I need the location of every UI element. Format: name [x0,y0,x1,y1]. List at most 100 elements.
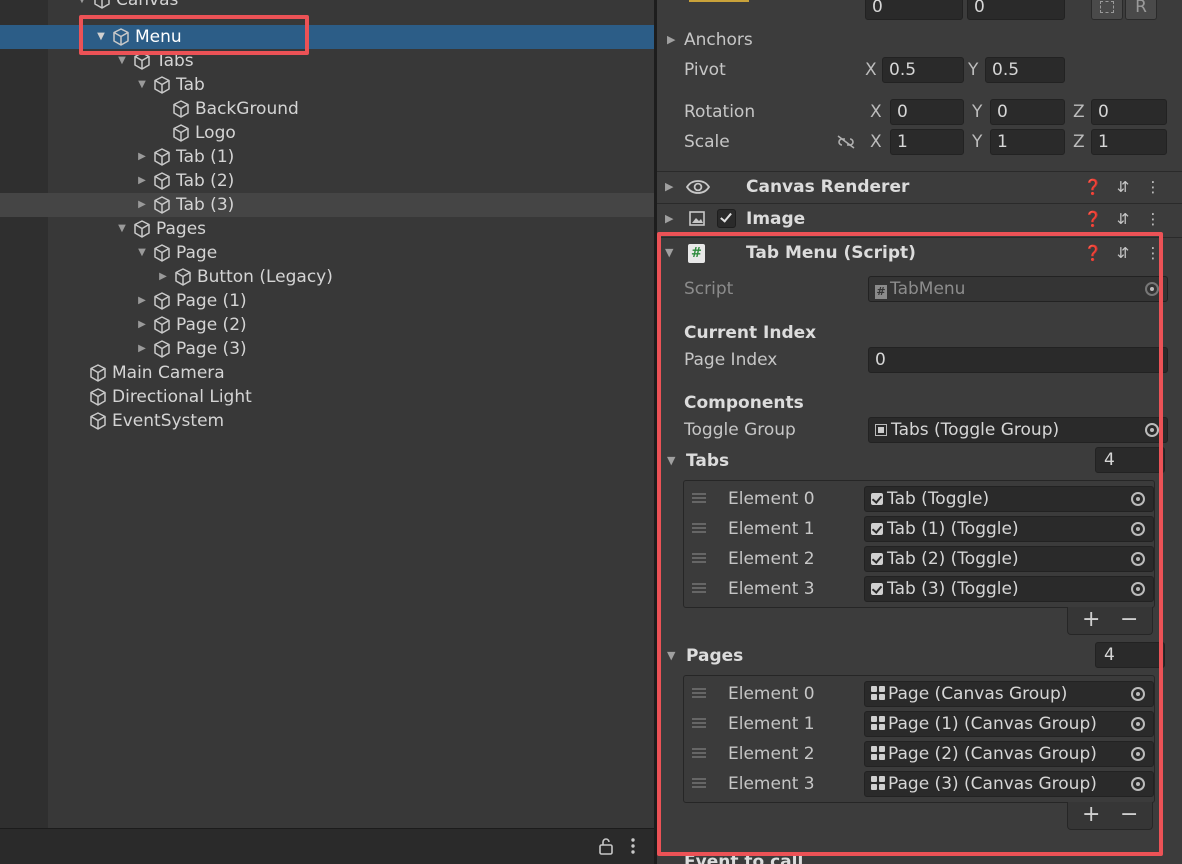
kebab-menu-icon[interactable] [629,837,637,855]
constrain-proportions-icon[interactable] [836,134,856,150]
hierarchy-item[interactable]: ▶ Page (1) [0,289,654,313]
object-picker-icon[interactable] [1131,552,1145,566]
pages-count-field[interactable]: 4 [1095,642,1165,668]
expanded-arrow-icon[interactable]: ▼ [134,241,150,265]
anchor-preset-icon[interactable] [689,0,749,2]
page-element-row[interactable]: Element 2 Page (2) (Canvas Group) [684,739,1154,769]
object-picker-icon[interactable] [1131,717,1145,731]
collapsed-arrow-icon[interactable]: ▶ [134,193,150,217]
hierarchy-item[interactable]: ▼ Pages [0,217,654,241]
hierarchy-item[interactable]: ▼ Menu [0,25,654,49]
raw-edit-button[interactable]: R [1125,0,1157,20]
expanded-arrow-icon[interactable]: ▼ [93,25,109,49]
tab-element-row[interactable]: Element 1 Tab (1) (Toggle) [684,514,1154,544]
hierarchy-item[interactable]: EventSystem [0,409,654,433]
tabs-list-label[interactable]: Tabs [686,449,729,473]
drag-handle-icon[interactable] [692,553,706,563]
hierarchy-item[interactable]: ▼ Canvas [0,0,654,12]
hierarchy-item[interactable]: ▼ Tab [0,73,654,97]
image-enabled-checkbox[interactable] [717,209,736,228]
page-object-field[interactable]: Page (1) (Canvas Group) [864,711,1154,737]
page-object-field[interactable]: Page (2) (Canvas Group) [864,741,1154,767]
top-field-a[interactable]: 0 [865,0,963,20]
object-picker-icon[interactable] [1131,747,1145,761]
page-index-field[interactable]: 0 [868,347,1168,373]
canvas-renderer-header[interactable]: ▶ Canvas Renderer ❓ ⇵ ⋮ [657,171,1182,201]
page-object-field[interactable]: Page (3) (Canvas Group) [864,771,1154,797]
presets-icon[interactable]: ⇵ [1113,204,1133,234]
rotation-z-field[interactable]: 0 [1091,99,1167,125]
tab-object-field[interactable]: Tab (3) (Toggle) [864,576,1154,602]
hierarchy-item[interactable]: ▼ Tabs [0,49,654,73]
kebab-menu-icon[interactable]: ⋮ [1143,238,1163,268]
page-element-row[interactable]: Element 3 Page (3) (Canvas Group) [684,769,1154,799]
presets-icon[interactable]: ⇵ [1113,172,1133,202]
hierarchy-item[interactable]: ▶ Page (3) [0,337,654,361]
page-element-row[interactable]: Element 1 Page (1) (Canvas Group) [684,709,1154,739]
toggle-group-field[interactable]: Tabs (Toggle Group) [868,417,1168,443]
object-picker-icon[interactable] [1131,777,1145,791]
canvas-renderer-foldout-arrow[interactable]: ▶ [665,172,673,202]
collapsed-arrow-icon[interactable]: ▶ [134,289,150,313]
top-field-b[interactable]: 0 [967,0,1065,20]
drag-handle-icon[interactable] [692,583,706,593]
collapsed-arrow-icon[interactable]: ▶ [134,145,150,169]
object-picker-icon[interactable] [1131,582,1145,596]
help-icon[interactable]: ❓ [1083,204,1103,234]
anchors-foldout-arrow[interactable]: ▶ [667,28,675,52]
hierarchy-item[interactable]: BackGround [0,97,654,121]
kebab-menu-icon[interactable]: ⋮ [1143,172,1163,202]
drag-handle-icon[interactable] [692,718,706,728]
presets-icon[interactable]: ⇵ [1113,238,1133,268]
tab-element-row[interactable]: Element 2 Tab (2) (Toggle) [684,544,1154,574]
pivot-y-field[interactable]: 0.5 [985,57,1065,83]
tabs-count-field[interactable]: 4 [1095,447,1165,473]
drag-handle-icon[interactable] [692,523,706,533]
object-picker-icon[interactable] [1145,423,1159,437]
object-picker-icon[interactable] [1131,492,1145,506]
pivot-x-field[interactable]: 0.5 [882,57,964,83]
blueprint-mode-button[interactable] [1091,0,1123,20]
image-foldout-arrow[interactable]: ▶ [665,204,673,234]
tab-object-field[interactable]: Tab (2) (Toggle) [864,546,1154,572]
scale-y-field[interactable]: 1 [990,129,1065,155]
hierarchy-item[interactable]: ▶ Page (2) [0,313,654,337]
scale-z-field[interactable]: 1 [1091,129,1167,155]
pages-add-button[interactable]: + [1082,802,1100,828]
tabs-remove-button[interactable]: − [1120,607,1138,633]
rotation-y-field[interactable]: 0 [990,99,1065,125]
scale-x-field[interactable]: 1 [890,129,964,155]
hierarchy-item[interactable]: ▶ Button (Legacy) [0,265,654,289]
expanded-arrow-icon[interactable]: ▼ [74,0,90,12]
kebab-menu-icon[interactable]: ⋮ [1143,204,1163,234]
hierarchy-item[interactable]: ▶ Tab (1) [0,145,654,169]
hierarchy-item[interactable]: ▶ Tab (2) [0,169,654,193]
hierarchy-item[interactable]: Directional Light [0,385,654,409]
image-header[interactable]: ▶ Image ❓ ⇵ ⋮ [657,203,1182,233]
rotation-x-field[interactable]: 0 [890,99,964,125]
drag-handle-icon[interactable] [692,778,706,788]
tabs-foldout-arrow[interactable]: ▼ [667,449,675,473]
help-icon[interactable]: ❓ [1083,172,1103,202]
hierarchy-item[interactable]: Logo [0,121,654,145]
hierarchy-item[interactable]: ▶ Tab (3) [0,193,654,217]
collapsed-arrow-icon[interactable]: ▶ [155,265,171,289]
collapsed-arrow-icon[interactable]: ▶ [134,169,150,193]
pages-foldout-arrow[interactable]: ▼ [667,644,675,668]
object-picker-icon[interactable] [1131,687,1145,701]
lock-icon[interactable] [598,837,614,855]
help-icon[interactable]: ❓ [1083,238,1103,268]
collapsed-arrow-icon[interactable]: ▶ [134,337,150,361]
expanded-arrow-icon[interactable]: ▼ [114,217,130,241]
anchors-label[interactable]: Anchors [684,28,753,52]
drag-handle-icon[interactable] [692,493,706,503]
page-object-field[interactable]: Page (Canvas Group) [864,681,1154,707]
page-element-row[interactable]: Element 0 Page (Canvas Group) [684,679,1154,709]
pages-list-label[interactable]: Pages [686,644,743,668]
drag-handle-icon[interactable] [692,688,706,698]
tab-menu-foldout-arrow[interactable]: ▼ [665,238,673,268]
drag-handle-icon[interactable] [692,748,706,758]
tab-element-row[interactable]: Element 0 Tab (Toggle) [684,484,1154,514]
tab-menu-header[interactable]: ▼ # Tab Menu (Script) ❓ ⇵ ⋮ [657,237,1182,267]
pages-remove-button[interactable]: − [1120,802,1138,828]
